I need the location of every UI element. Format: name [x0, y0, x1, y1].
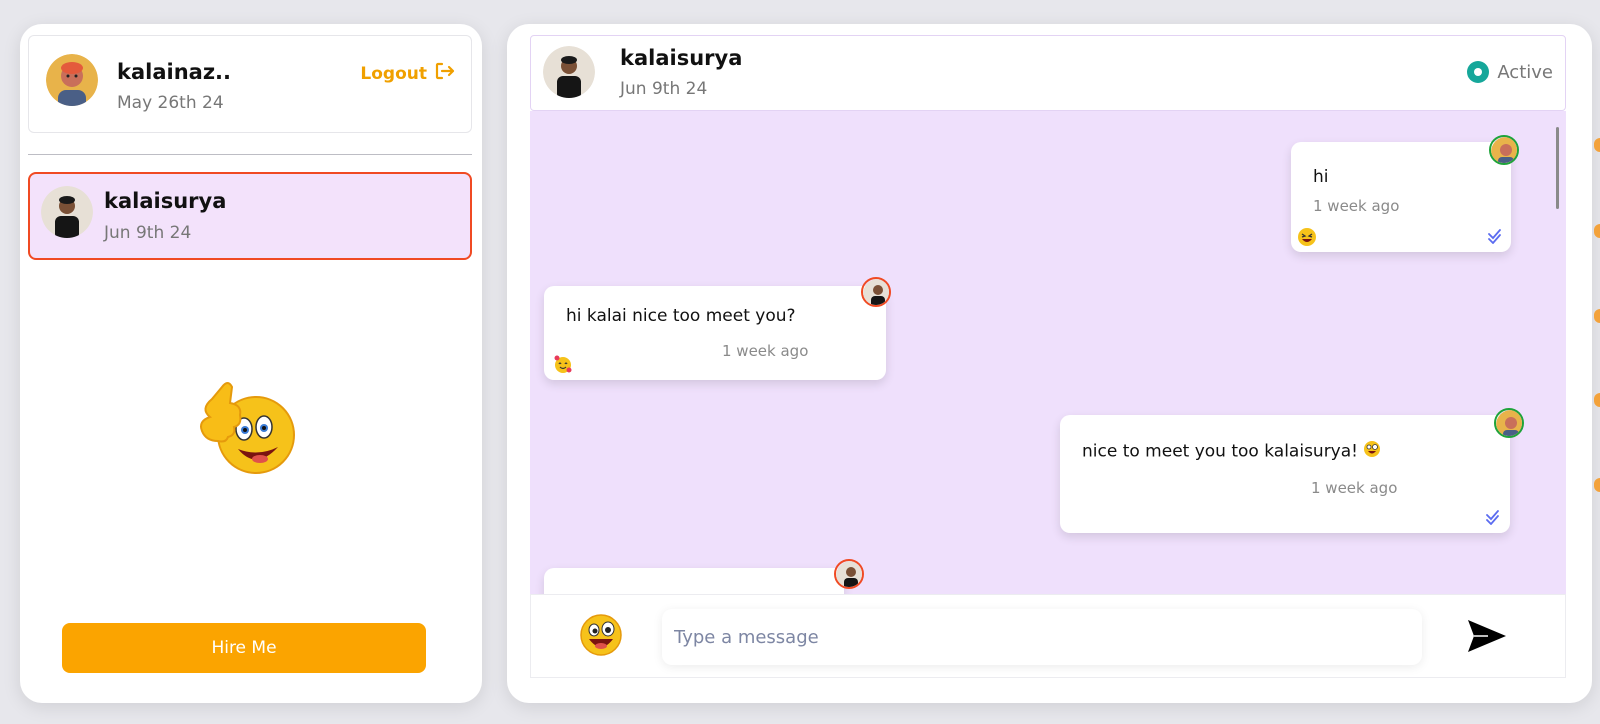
status-label: Active [1497, 61, 1553, 83]
send-arrow-icon [1468, 620, 1506, 652]
contact-avatar [41, 186, 93, 238]
hire-me-button[interactable]: Hire Me [62, 623, 426, 673]
sidebar-panel: kalainaz.. May 26th 24 Logout kalaisurya… [20, 24, 482, 703]
sender-avatar [861, 277, 891, 307]
message-text: hi [1313, 167, 1329, 187]
logout-icon [435, 62, 455, 85]
logout-button[interactable]: Logout [360, 62, 455, 85]
contact-item-kalaisurya[interactable]: kalaisurya Jun 9th 24 [28, 172, 472, 260]
double-check-icon [1487, 228, 1507, 245]
chat-panel: kalaisurya Jun 9th 24 Active hi 1 week a… [507, 24, 1592, 703]
current-user-joined-date: May 26th 24 [117, 93, 224, 113]
message-text-content: nice to meet you too kalaisurya! [1082, 441, 1358, 462]
scrollbar[interactable] [1556, 127, 1559, 209]
message-input[interactable] [662, 609, 1422, 665]
chat-contact-avatar [543, 46, 595, 98]
sender-avatar [1489, 135, 1519, 165]
edge-dot [1594, 393, 1600, 407]
zany-face-emoji-icon [580, 614, 622, 656]
smiling-hearts-emoji-icon[interactable] [553, 354, 573, 374]
chat-contact-date: Jun 9th 24 [620, 79, 708, 99]
send-button[interactable] [1466, 617, 1508, 655]
message-text: nice to meet you too kalaisurya! [1082, 440, 1381, 463]
contact-name: kalaisurya [104, 189, 227, 213]
sender-avatar [834, 559, 864, 589]
message-composer [530, 594, 1566, 678]
message-bubble-sent[interactable]: hi 1 week ago [1291, 135, 1519, 252]
message-bubble-sent[interactable]: nice to meet you too kalaisurya! 1 week … [1060, 408, 1524, 533]
thumbs-up-emoji-icon [182, 369, 302, 484]
message-bubble-received[interactable] [544, 559, 864, 594]
chat-contact-name: kalaisurya [620, 46, 743, 70]
edge-dot [1594, 138, 1600, 152]
sidebar-divider [28, 154, 472, 155]
sender-avatar [1494, 408, 1524, 438]
message-bubble-received[interactable]: hi kalai nice too meet you? 1 week ago [544, 277, 891, 380]
logout-label: Logout [360, 63, 427, 84]
current-user-card: kalainaz.. May 26th 24 Logout [28, 35, 472, 133]
message-text: hi kalai nice too meet you? [566, 306, 796, 326]
current-user-name: kalainaz.. [117, 60, 232, 84]
zany-face-emoji-icon [1363, 440, 1381, 463]
message-time: 1 week ago [1313, 197, 1400, 215]
message-list[interactable]: hi 1 week ago hi kalai nice too meet you… [530, 111, 1566, 594]
grinning-squint-emoji-icon[interactable] [1297, 227, 1317, 247]
current-user-avatar [46, 54, 98, 106]
edge-dot [1594, 478, 1600, 492]
contact-date: Jun 9th 24 [104, 223, 192, 243]
status-badge: Active [1467, 61, 1553, 83]
edge-dot [1594, 309, 1600, 323]
edge-dot [1594, 224, 1600, 238]
active-dot-icon [1467, 61, 1490, 83]
edge-decorations [1594, 0, 1600, 724]
double-check-icon [1485, 509, 1505, 526]
message-time: 1 week ago [1311, 479, 1398, 497]
emoji-picker-button[interactable] [579, 613, 623, 657]
chat-header: kalaisurya Jun 9th 24 Active [530, 35, 1566, 111]
message-time: 1 week ago [722, 342, 809, 360]
